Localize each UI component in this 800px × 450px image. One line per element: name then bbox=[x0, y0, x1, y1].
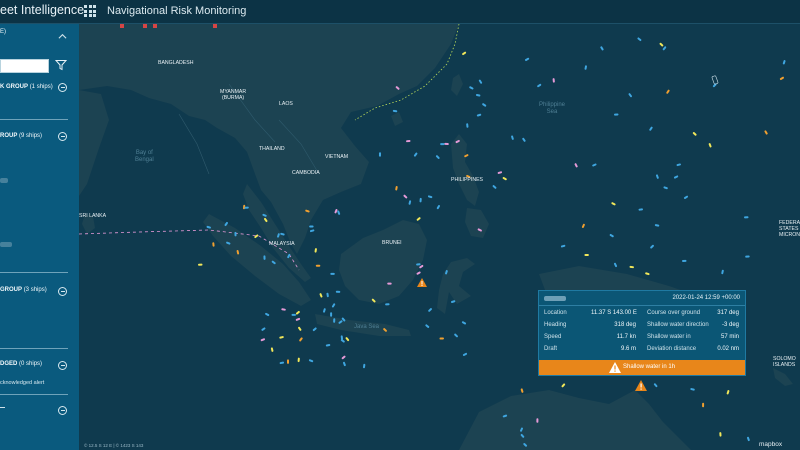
ship-marker[interactable] bbox=[291, 313, 297, 316]
divider bbox=[0, 119, 68, 120]
ship-marker[interactable] bbox=[315, 264, 321, 267]
alert-text: Shallow water in 1h bbox=[623, 364, 676, 370]
sea-philippine: Philippine Sea bbox=[539, 102, 566, 115]
label-cambodia: CAMBODIA bbox=[292, 170, 320, 176]
popup-timestamp: 2022-01-24 12:59 +00:00 bbox=[672, 295, 740, 301]
ship-marker[interactable] bbox=[444, 142, 449, 146]
group-label-3: GROUP (3 ships) bbox=[0, 287, 47, 293]
field-label: Shallow water in bbox=[647, 334, 691, 340]
field-value: 9.6 m bbox=[620, 346, 636, 352]
field-label: Course over ground bbox=[647, 310, 701, 316]
label-solomon: SOLOMO ISLANDS bbox=[773, 356, 796, 368]
ship-marker[interactable] bbox=[584, 254, 589, 256]
label-bangladesh: BANGLADESH bbox=[158, 60, 194, 66]
collapse-minus-icon[interactable] bbox=[58, 83, 67, 92]
group-label-4: DGED (0 ships) bbox=[0, 361, 43, 367]
field-label: Location bbox=[544, 310, 567, 316]
vessel-name bbox=[544, 296, 566, 301]
marker bbox=[120, 24, 124, 28]
label-malaysia: MALAYSIA bbox=[269, 241, 295, 247]
field-label: Speed bbox=[544, 334, 562, 340]
label-laos: LAOS bbox=[279, 101, 293, 107]
field-label: Deviation distance bbox=[647, 346, 697, 352]
label-thailand: THAILAND bbox=[259, 146, 285, 152]
page-title: Navigational Risk Monitoring bbox=[107, 5, 247, 17]
group-label-1: K GROUP (1 ships) bbox=[0, 84, 53, 90]
divider bbox=[0, 348, 68, 349]
sea-java: Java Sea bbox=[354, 324, 380, 330]
sidebar-top-label: E) bbox=[0, 29, 6, 35]
divider bbox=[0, 272, 68, 273]
chevron-up-icon[interactable] bbox=[58, 32, 67, 41]
app-brand: eet Intelligence bbox=[0, 3, 85, 17]
acknowledged-note: cknowledged alert bbox=[0, 380, 45, 386]
filter-icon[interactable] bbox=[55, 59, 67, 71]
shallow-water-alert[interactable]: Shallow water in 1h bbox=[539, 360, 745, 375]
ship-search-input[interactable] bbox=[0, 59, 49, 73]
marker bbox=[213, 24, 217, 28]
field-value: 0.02 nm bbox=[717, 346, 739, 352]
dash bbox=[0, 407, 5, 408]
map-canvas[interactable]: BANGLADESH MYANMAR (BURMA) LAOS THAILAND… bbox=[79, 24, 800, 450]
ship-marker[interactable] bbox=[536, 418, 539, 423]
map-svg[interactable] bbox=[79, 24, 800, 450]
collapse-minus-icon[interactable] bbox=[58, 406, 67, 415]
ship-marker[interactable] bbox=[719, 432, 722, 437]
ship-marker[interactable] bbox=[440, 143, 445, 146]
field-label: Heading bbox=[544, 322, 567, 328]
ship-marker[interactable] bbox=[330, 312, 333, 317]
group-label-2: ROUP (9 ships) bbox=[0, 133, 43, 139]
label-myanmar: MYANMAR (BURMA) bbox=[220, 89, 247, 101]
apps-grid-icon[interactable] bbox=[84, 5, 96, 17]
field-value: 11.7 kn bbox=[616, 334, 636, 340]
field-value: -3 deg bbox=[721, 322, 739, 328]
ship-marker[interactable] bbox=[244, 206, 249, 209]
ship-marker[interactable] bbox=[744, 216, 749, 219]
field-label: Draft bbox=[544, 346, 558, 352]
collapse-minus-icon[interactable] bbox=[58, 287, 67, 296]
divider bbox=[0, 394, 68, 395]
ship-item[interactable] bbox=[0, 242, 12, 247]
sidebar: E) K GROUP (1 ships) ROUP (9 ships) GROU… bbox=[0, 24, 79, 450]
mapbox-logo: mapbox bbox=[759, 441, 783, 448]
collapse-minus-icon[interactable] bbox=[58, 132, 67, 141]
field-value: 11.37 S 143.00 E bbox=[591, 310, 637, 316]
field-label: Shallow water direction bbox=[647, 322, 709, 328]
ship-marker[interactable] bbox=[745, 255, 750, 258]
ship-marker[interactable] bbox=[682, 259, 687, 262]
label-brunei: BRUNEI bbox=[382, 240, 402, 246]
marker bbox=[143, 24, 147, 28]
field-value: 57 min bbox=[720, 334, 739, 340]
label-us-territory: FEDERA STATES MICRON bbox=[779, 220, 800, 238]
sea-bengal: Bay of Bengal bbox=[135, 150, 154, 163]
ship-marker[interactable] bbox=[234, 231, 237, 237]
coordinate-readout: © 12.5 S 12 E | © 1423 S 143 bbox=[84, 443, 144, 448]
top-bar: eet Intelligence Navigational Risk Monit… bbox=[0, 0, 800, 24]
ship-marker[interactable] bbox=[702, 402, 705, 408]
ship-marker[interactable] bbox=[198, 263, 203, 266]
ship-item[interactable] bbox=[0, 178, 8, 183]
ship-marker[interactable] bbox=[263, 255, 266, 260]
ship-marker[interactable] bbox=[333, 318, 336, 323]
ship-marker[interactable] bbox=[330, 272, 335, 275]
ship-marker[interactable] bbox=[439, 337, 444, 340]
marker bbox=[153, 24, 157, 28]
vessel-popup: 2022-01-24 12:59 +00:00 Location 11.37 S… bbox=[538, 290, 746, 376]
label-philippines: PHILIPPINES bbox=[451, 177, 484, 183]
ship-marker[interactable] bbox=[287, 359, 289, 364]
field-value: 317 deg bbox=[717, 310, 739, 316]
ship-marker[interactable] bbox=[387, 282, 392, 285]
field-value: 318 deg bbox=[614, 322, 636, 328]
ship-marker[interactable] bbox=[614, 113, 619, 116]
label-srilanka: SRI LANKA bbox=[79, 213, 107, 219]
ship-marker[interactable] bbox=[309, 225, 314, 228]
collapse-minus-icon[interactable] bbox=[58, 361, 67, 370]
ship-marker[interactable] bbox=[378, 152, 382, 157]
divider bbox=[539, 305, 745, 306]
warning-icon bbox=[609, 362, 621, 373]
ship-marker[interactable] bbox=[335, 290, 341, 293]
label-vietnam: VIETNAM bbox=[325, 154, 349, 160]
